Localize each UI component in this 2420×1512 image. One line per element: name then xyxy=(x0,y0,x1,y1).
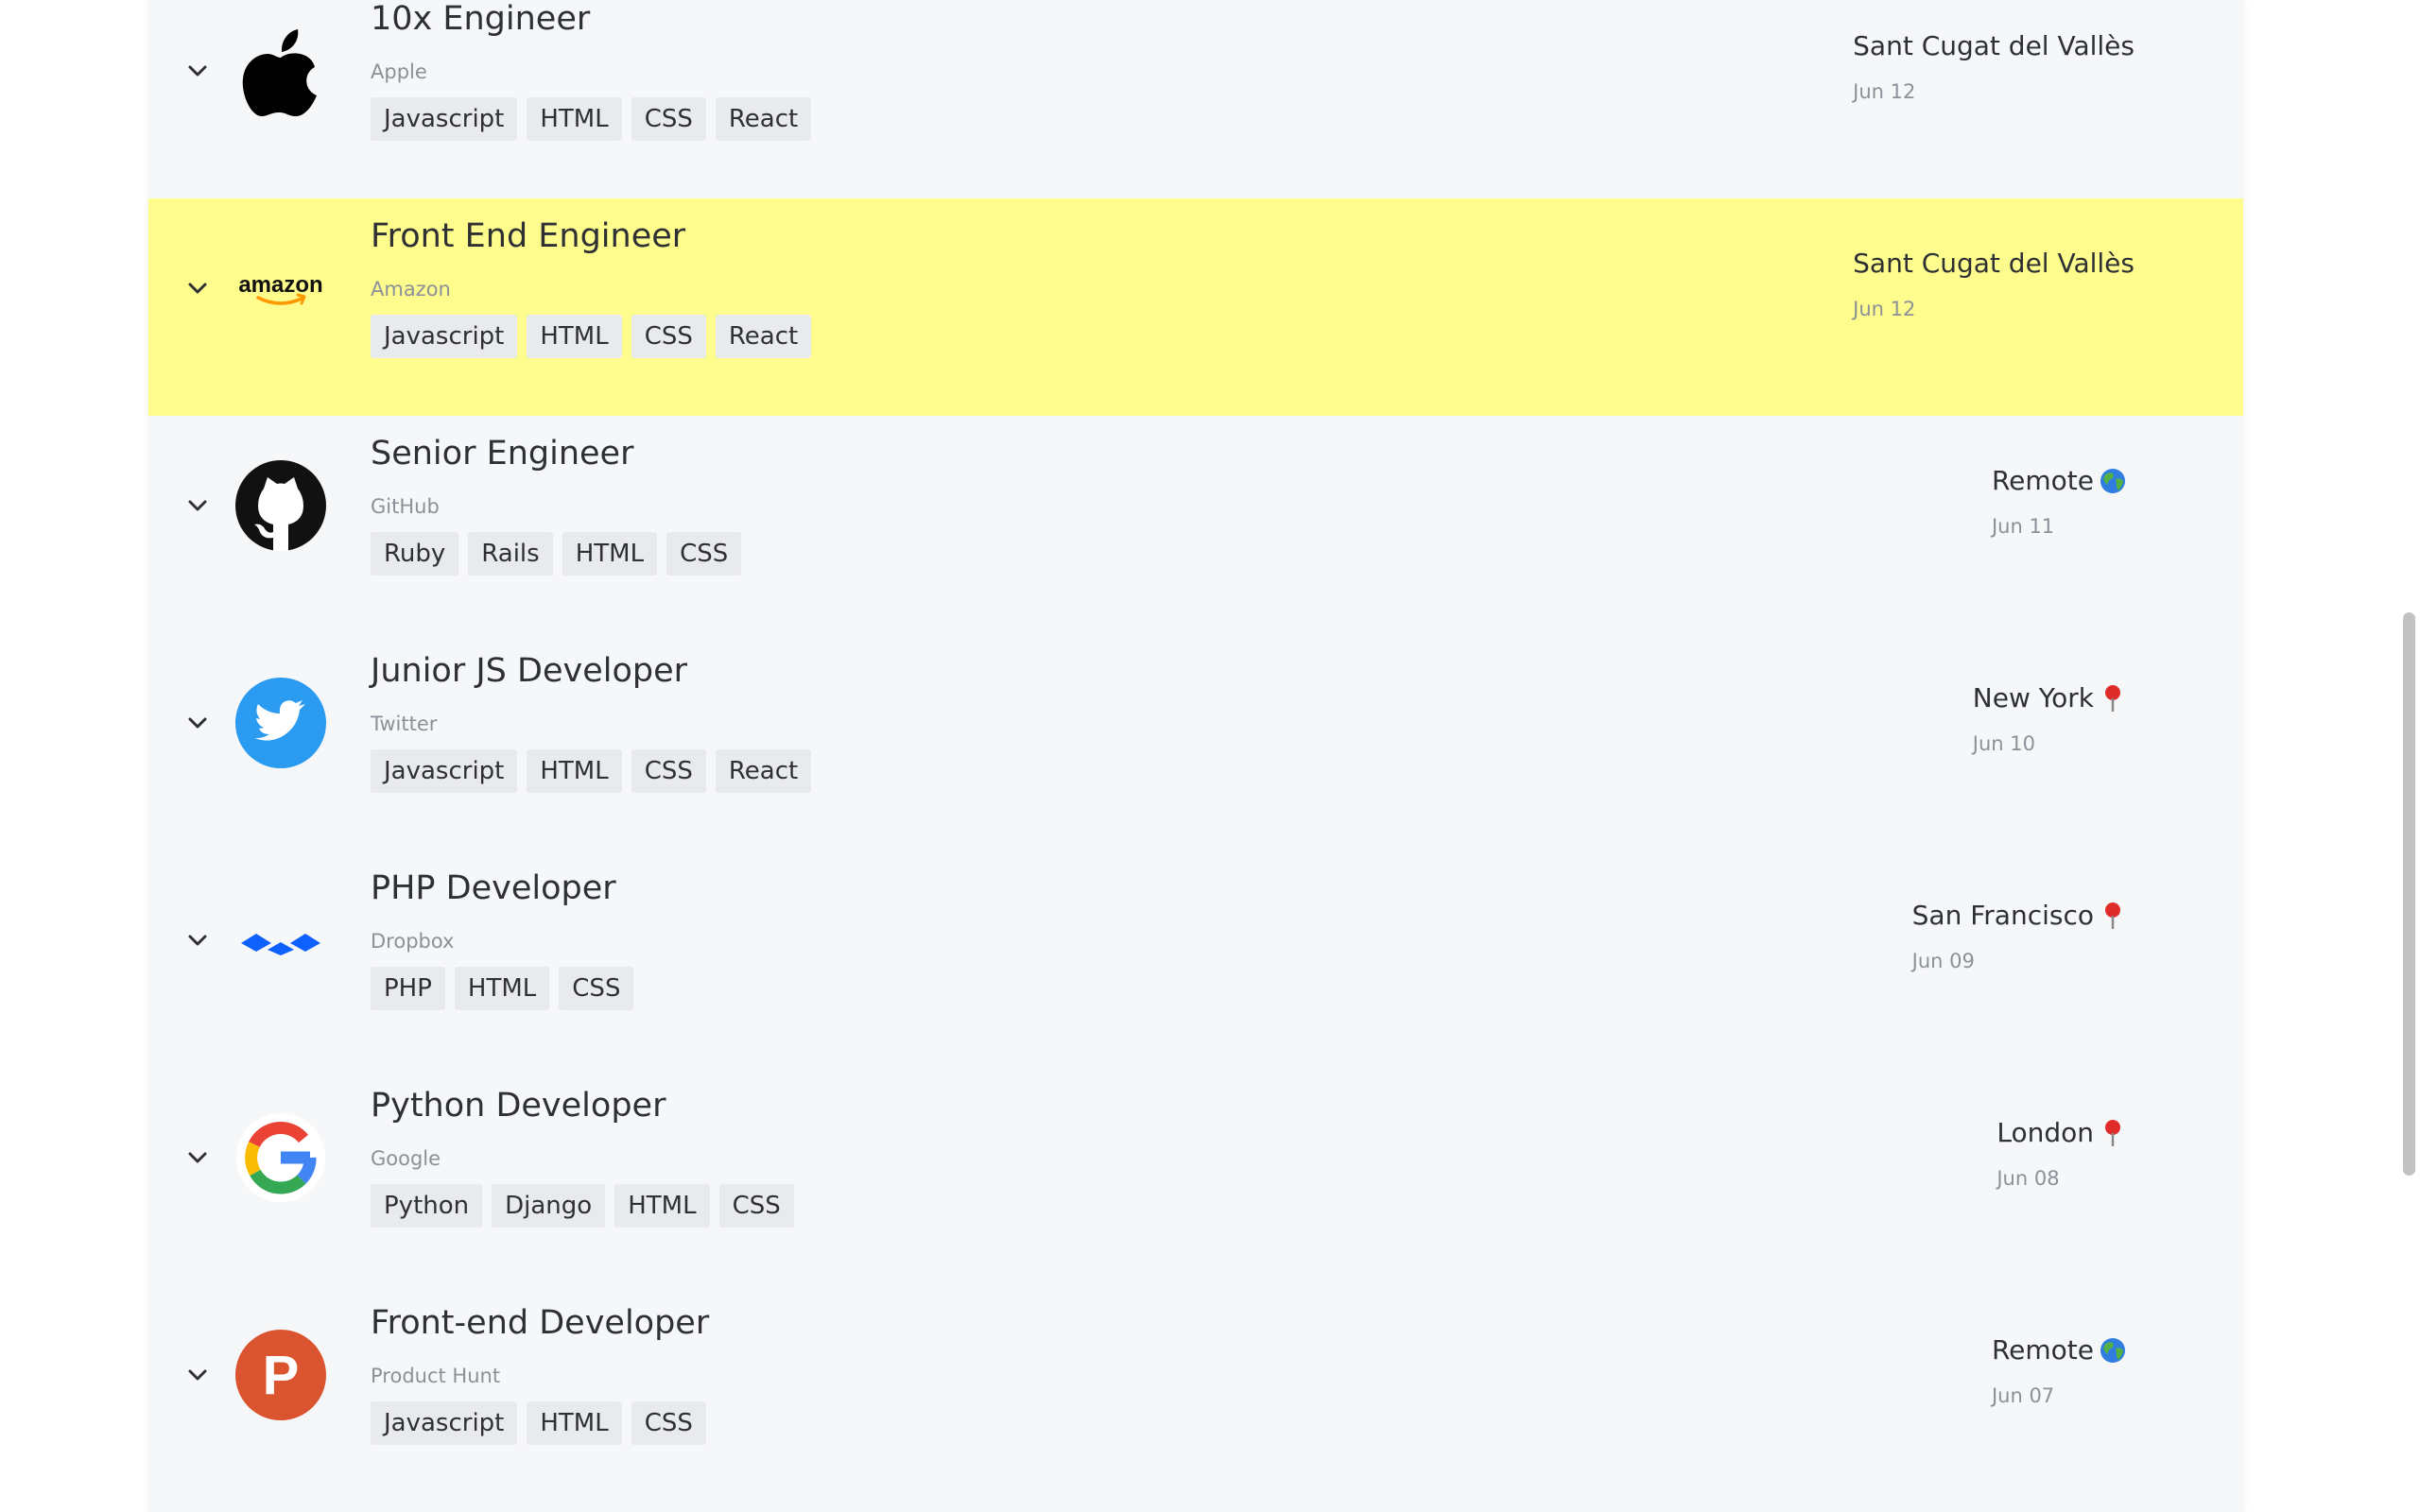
job-date: Jun 07 xyxy=(1991,1384,2055,1407)
google-logo-icon xyxy=(236,1113,325,1202)
skill-tag[interactable]: React xyxy=(715,749,812,793)
pin-icon xyxy=(2105,1119,2120,1146)
skill-tag[interactable]: HTML xyxy=(527,97,622,141)
skill-tag[interactable]: CSS xyxy=(666,532,742,576)
job-title[interactable]: Front-end Developer xyxy=(371,1304,709,1342)
skill-tag[interactable]: Django xyxy=(492,1184,606,1228)
job-date: Jun 10 xyxy=(1972,732,2035,755)
job-row[interactable]: P Front-end Developer Product Hunt Javas… xyxy=(148,1285,2243,1503)
job-row[interactable]: Senior Engineer GitHub Ruby Rails HTML C… xyxy=(148,416,2243,633)
pin-icon xyxy=(2105,902,2120,929)
job-location: New York Jun 10 xyxy=(1973,682,2126,755)
location-label: New York xyxy=(1972,682,2094,713)
skill-tag[interactable]: Javascript xyxy=(371,97,518,141)
job-title[interactable]: Junior JS Developer xyxy=(371,652,687,690)
job-row-highlighted[interactable]: amazon Front End Engineer Amazon Javascr… xyxy=(148,198,2243,416)
chevron-down-icon[interactable] xyxy=(183,713,212,732)
chevron-down-icon[interactable] xyxy=(183,496,212,515)
skill-tag[interactable]: React xyxy=(715,97,812,141)
tag-list: Javascript HTML CSS React xyxy=(371,749,812,793)
scrollbar-thumb[interactable] xyxy=(2403,612,2415,1176)
apple-logo-icon xyxy=(242,29,317,117)
job-title[interactable]: 10x Engineer xyxy=(371,0,590,38)
job-title[interactable]: Front End Engineer xyxy=(371,217,685,255)
company-name: Twitter xyxy=(371,713,438,735)
skill-tag[interactable]: CSS xyxy=(631,749,706,793)
tag-list: PHP HTML CSS xyxy=(371,967,634,1010)
tag-list: Ruby Rails HTML CSS xyxy=(371,532,742,576)
skill-tag[interactable]: Javascript xyxy=(371,1401,518,1445)
skill-tag[interactable]: HTML xyxy=(562,532,658,576)
skill-tag[interactable]: HTML xyxy=(454,967,550,1010)
job-date: Jun 12 xyxy=(1853,80,1916,103)
skill-tag[interactable]: Javascript xyxy=(371,315,518,358)
location-label: London xyxy=(1996,1117,2094,1148)
skill-tag[interactable]: CSS xyxy=(631,97,706,141)
globe-icon xyxy=(2100,1337,2125,1363)
skill-tag[interactable]: Python xyxy=(371,1184,483,1228)
chevron-down-icon[interactable] xyxy=(183,1148,212,1167)
skill-tag[interactable]: CSS xyxy=(631,315,706,358)
company-name: Google xyxy=(371,1147,441,1170)
scrollbar[interactable] xyxy=(2397,0,2420,1512)
job-list: 10x Engineer Apple Javascript HTML CSS R… xyxy=(148,0,2243,1512)
location-label: Sant Cugat del Vallès xyxy=(1853,30,2135,61)
job-row[interactable]: 10x Engineer Apple Javascript HTML CSS R… xyxy=(148,0,2243,198)
chevron-down-icon[interactable] xyxy=(183,931,212,950)
skill-tag[interactable]: Javascript xyxy=(371,749,518,793)
company-name: Dropbox xyxy=(371,930,455,953)
skill-tag[interactable]: CSS xyxy=(631,1401,706,1445)
chevron-down-icon[interactable] xyxy=(183,61,212,80)
skill-tag[interactable]: CSS xyxy=(559,967,634,1010)
tag-list: Javascript HTML CSS React xyxy=(371,97,812,141)
tag-list: Javascript HTML CSS React xyxy=(371,315,812,358)
company-name: Amazon xyxy=(371,278,451,301)
skill-tag[interactable]: PHP xyxy=(371,967,445,1010)
svg-text:P: P xyxy=(263,1345,300,1406)
job-date: Jun 08 xyxy=(1996,1167,2060,1190)
amazon-logo-icon: amazon xyxy=(238,272,323,305)
chevron-down-icon[interactable] xyxy=(183,279,212,298)
skill-tag[interactable]: HTML xyxy=(527,1401,622,1445)
dropbox-logo-icon xyxy=(241,934,320,955)
job-location: Sant Cugat del Vallès Jun 12 xyxy=(1853,248,2135,320)
job-date: Jun 12 xyxy=(1853,298,1916,320)
skill-tag[interactable]: Ruby xyxy=(371,532,459,576)
location-label: San Francisco xyxy=(1911,900,2094,931)
location-label: Sant Cugat del Vallès xyxy=(1853,248,2135,279)
job-title[interactable]: Senior Engineer xyxy=(371,435,633,472)
company-name: Product Hunt xyxy=(371,1365,501,1387)
github-logo-icon xyxy=(235,460,326,551)
job-title[interactable]: Python Developer xyxy=(371,1087,666,1125)
skill-tag[interactable]: Rails xyxy=(468,532,553,576)
skill-tag[interactable]: HTML xyxy=(527,315,622,358)
job-location: Remote Jun 07 xyxy=(1992,1334,2126,1407)
job-date: Jun 11 xyxy=(1991,515,2055,538)
company-name: GitHub xyxy=(371,495,440,518)
globe-icon xyxy=(2100,468,2125,493)
job-row[interactable]: PHP Developer Dropbox PHP HTML CSS San F… xyxy=(148,850,2243,1068)
skill-tag[interactable]: React xyxy=(715,315,812,358)
location-label: Remote xyxy=(1991,465,2094,496)
skill-tag[interactable]: HTML xyxy=(527,749,622,793)
tag-list: Python Django HTML CSS xyxy=(371,1184,794,1228)
job-date: Jun 09 xyxy=(1911,950,1975,972)
svg-text:amazon: amazon xyxy=(238,272,322,298)
twitter-logo-icon xyxy=(235,678,326,768)
producthunt-logo-icon: P xyxy=(235,1330,326,1420)
job-title[interactable]: PHP Developer xyxy=(371,869,616,907)
job-location: San Francisco Jun 09 xyxy=(1912,900,2126,972)
job-row[interactable]: Junior JS Developer Twitter Javascript H… xyxy=(148,633,2243,850)
location-label: Remote xyxy=(1991,1334,2094,1366)
company-name: Apple xyxy=(371,60,427,83)
tag-list: Javascript HTML CSS xyxy=(371,1401,706,1445)
skill-tag[interactable]: CSS xyxy=(718,1184,794,1228)
chevron-down-icon[interactable] xyxy=(183,1366,212,1384)
job-location: London Jun 08 xyxy=(1996,1117,2126,1190)
job-location: Remote Jun 11 xyxy=(1992,465,2126,538)
pin-icon xyxy=(2105,684,2120,712)
skill-tag[interactable]: HTML xyxy=(614,1184,710,1228)
job-location: Sant Cugat del Vallès Jun 12 xyxy=(1853,30,2135,103)
job-row[interactable]: Python Developer Google Python Django HT… xyxy=(148,1068,2243,1285)
